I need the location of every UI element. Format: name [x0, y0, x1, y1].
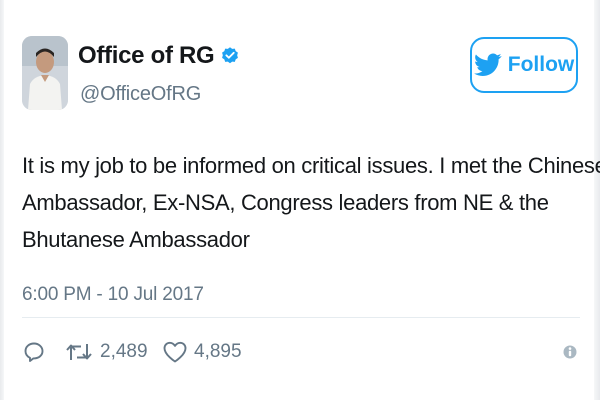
retweet-button[interactable]: 2,489: [64, 336, 148, 368]
tweet-timestamp[interactable]: 6:00 PM - 10 Jul 2017: [22, 284, 204, 306]
tweet-text-line: It is my job to be informed on critical …: [22, 153, 600, 178]
heart-icon: [163, 341, 187, 363]
follow-label: Follow: [507, 53, 575, 76]
follow-button[interactable]: Follow: [470, 37, 578, 93]
reply-button[interactable]: [22, 336, 46, 368]
tweet-actions: 2,489 4,895: [22, 336, 582, 368]
right-frame-edge: [594, 0, 600, 400]
retweet-icon: [66, 344, 92, 360]
divider: [22, 317, 580, 318]
info-icon: [563, 345, 577, 359]
left-frame-edge: [0, 0, 4, 400]
author-name[interactable]: Office of RG: [78, 42, 215, 70]
verified-badge-icon: [222, 47, 239, 64]
twitter-bird-icon: [473, 53, 502, 76]
author-handle[interactable]: @OfficeOfRG: [80, 83, 201, 106]
author-name-row[interactable]: Office of RG: [78, 42, 240, 70]
like-button[interactable]: 4,895: [162, 336, 242, 368]
reply-icon: [24, 342, 44, 362]
tweet-text-line: Ambassador, Ex-NSA, Congress leaders fro…: [22, 190, 549, 215]
tweet-text: It is my job to be informed on critical …: [22, 147, 600, 258]
tweet-text-line: Bhutanese Ambassador: [22, 227, 250, 252]
avatar[interactable]: [22, 36, 68, 110]
retweet-count: 2,489: [100, 341, 148, 362]
like-count: 4,895: [194, 341, 242, 362]
info-button[interactable]: [562, 336, 578, 368]
